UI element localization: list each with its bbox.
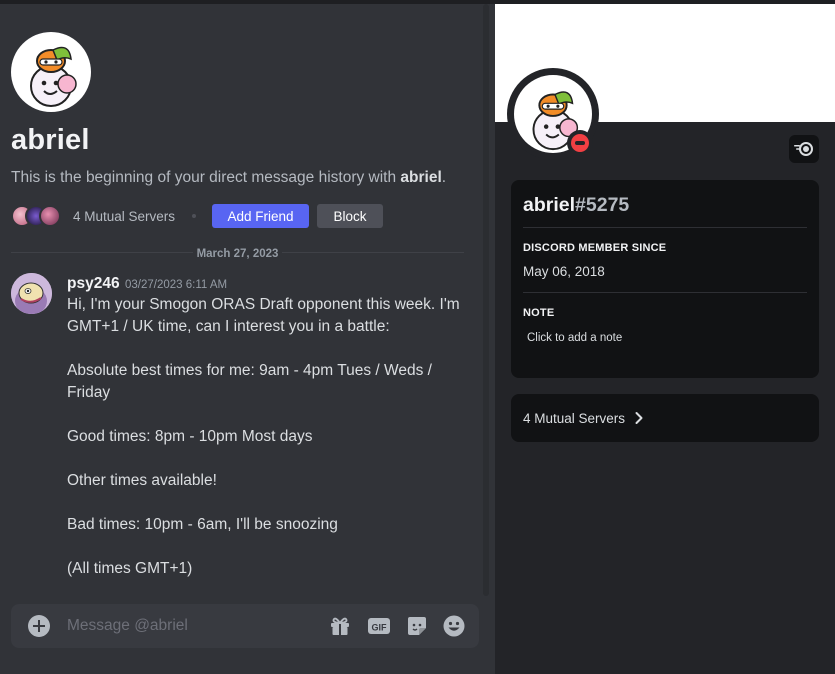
profile-username: abriel#5275 xyxy=(523,194,629,217)
mutual-servers-card[interactable]: 4 Mutual Servers xyxy=(511,394,819,442)
profile-divider xyxy=(523,227,807,228)
profile-divider xyxy=(523,292,807,293)
plus-circle-icon[interactable] xyxy=(28,615,50,637)
dm-intro-text: This is the beginning of your direct mes… xyxy=(11,169,446,187)
mutual-server-icon[interactable] xyxy=(39,205,61,227)
profile-username-name: abriel xyxy=(523,194,576,216)
mutual-actions-row: 4 Mutual Servers Add Friend Block xyxy=(11,204,384,228)
mutual-servers-link[interactable]: 4 Mutual Servers xyxy=(73,209,175,224)
add-friend-button[interactable]: Add Friend xyxy=(212,204,310,228)
message-author-avatar[interactable] xyxy=(11,273,52,314)
nitro-badge-icon[interactable] xyxy=(789,135,819,163)
member-since-date: May 06, 2018 xyxy=(523,264,605,279)
message-input[interactable] xyxy=(67,614,307,638)
dot-separator xyxy=(192,214,197,218)
message-line: Other times available! xyxy=(67,472,217,489)
svg-text:GIF: GIF xyxy=(372,623,388,633)
message-line: Hi, I'm your Smogon ORAS Draft opponent … xyxy=(67,296,460,335)
dnd-status-icon xyxy=(571,134,589,152)
gift-icon[interactable] xyxy=(328,614,352,638)
message-timestamp: 03/27/2023 6:11 AM xyxy=(125,279,228,291)
user-profile-panel: abriel#5275 DISCORD MEMBER SINCE May 06,… xyxy=(495,4,835,674)
message-line xyxy=(67,492,467,514)
dm-intro-prefix: This is the beginning of your direct mes… xyxy=(11,169,401,186)
gif-icon[interactable]: GIF xyxy=(367,614,391,638)
message-line xyxy=(67,536,467,558)
message-line xyxy=(67,404,467,426)
dm-avatar[interactable] xyxy=(11,32,91,112)
message-line: Bad times: 10pm - 6am, I'll be snoozing xyxy=(67,516,338,533)
message-composer: GIF xyxy=(11,604,479,648)
date-divider-label: March 27, 2023 xyxy=(192,248,283,260)
dm-header-name: abriel xyxy=(11,124,90,156)
message-author[interactable]: psy246 xyxy=(67,275,120,293)
message-line: Good times: 8pm - 10pm Most days xyxy=(67,428,313,445)
profile-discriminator: #5275 xyxy=(575,194,630,216)
profile-info-card: abriel#5275 DISCORD MEMBER SINCE May 06,… xyxy=(511,180,819,378)
emoji-icon[interactable] xyxy=(442,614,466,638)
message-line xyxy=(67,338,467,360)
mutual-servers-label: 4 Mutual Servers xyxy=(523,410,626,426)
chevron-right-icon xyxy=(635,412,643,424)
member-since-label: DISCORD MEMBER SINCE xyxy=(523,242,667,254)
note-label: NOTE xyxy=(523,307,555,319)
chat-scrollbar[interactable] xyxy=(483,4,489,596)
dm-intro-suffix: . xyxy=(441,169,447,186)
message-content: Hi, I'm your Smogon ORAS Draft opponent … xyxy=(67,294,467,580)
note-input[interactable] xyxy=(523,328,807,348)
date-divider-label-wrap: March 27, 2023 xyxy=(0,244,475,262)
message-line: (All times GMT+1) xyxy=(67,560,193,577)
sticker-icon[interactable] xyxy=(405,614,429,638)
dm-intro-username: abriel xyxy=(400,169,442,186)
message-line xyxy=(67,448,467,470)
block-button[interactable]: Block xyxy=(317,204,384,228)
message-line: Absolute best times for me: 9am - 4pm Tu… xyxy=(67,362,432,401)
